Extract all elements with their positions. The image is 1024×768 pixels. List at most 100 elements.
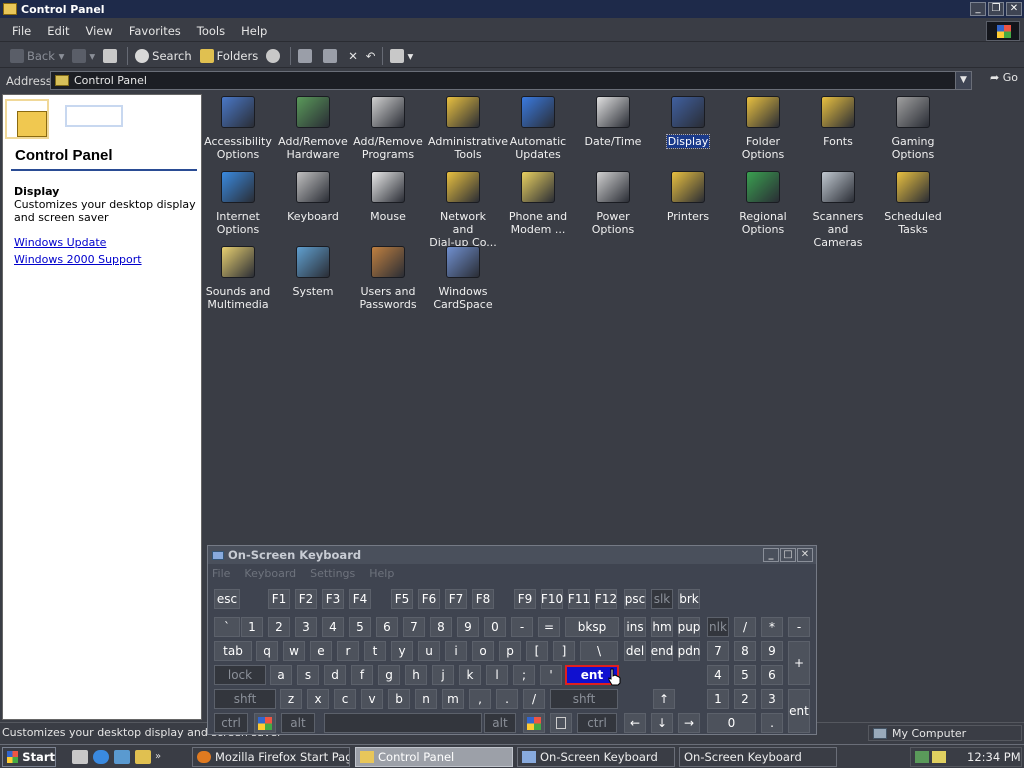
windows-update-link[interactable]: Windows Update (14, 236, 106, 249)
key-r2k15[interactable]: end (651, 641, 673, 661)
menu-help[interactable]: Help (233, 24, 275, 38)
move-to-button[interactable] (294, 46, 319, 66)
key-r2k13[interactable]: \ (580, 641, 618, 661)
osk-menu-help[interactable]: Help (369, 567, 394, 580)
minimize-button[interactable]: _ (970, 2, 986, 16)
key-r4k13[interactable]: 1 (707, 689, 729, 709)
key-r1k16[interactable]: pup (678, 617, 700, 637)
key-r1k0[interactable]: ` (214, 617, 240, 637)
cp-item-fonts[interactable]: Fonts (802, 96, 874, 148)
key-r0k3[interactable]: F3 (322, 589, 344, 609)
key-r4k4[interactable]: v (361, 689, 383, 709)
key-r1k8[interactable]: 8 (430, 617, 452, 637)
cp-item-mouse[interactable]: Mouse (352, 171, 424, 223)
windows-2000-support-link[interactable]: Windows 2000 Support (14, 253, 142, 266)
key-r2k2[interactable]: w (283, 641, 305, 661)
key-r3k15[interactable]: 6 (761, 665, 783, 685)
cp-item-users[interactable]: Users and Passwords (352, 246, 424, 311)
key-r1k9[interactable]: 9 (457, 617, 479, 637)
key-r0k12[interactable]: F12 (595, 589, 617, 609)
volume-tray-icon[interactable] (932, 751, 946, 763)
undo-button[interactable]: ↶ (362, 46, 380, 66)
key-r3k8[interactable]: k (459, 665, 481, 685)
key-r4k10[interactable]: / (523, 689, 545, 709)
key-r0k1[interactable]: F1 (268, 589, 290, 609)
key-r2k14[interactable]: del (624, 641, 646, 661)
key-r2k16[interactable]: pdn (678, 641, 700, 661)
key-r0k7[interactable]: F7 (445, 589, 467, 609)
key-r1k17[interactable]: nlk (707, 617, 729, 637)
key-r4k5[interactable]: b (388, 689, 410, 709)
menu-tools[interactable]: Tools (189, 24, 233, 38)
osk-menu-file[interactable]: File (212, 567, 230, 580)
cp-item-accessibility[interactable]: Accessibility Options (202, 96, 274, 161)
cp-item-admin-tools[interactable]: Administrative Tools (427, 96, 508, 161)
key-r5k12[interactable]: . (761, 713, 783, 733)
key-r0k15[interactable]: brk (678, 589, 700, 609)
key-r3k7[interactable]: j (432, 665, 454, 685)
internet-explorer-icon[interactable] (93, 749, 109, 764)
key-r2k17[interactable]: 7 (707, 641, 729, 661)
key-r2k18[interactable]: 8 (734, 641, 756, 661)
osk-menu-settings[interactable]: Settings (310, 567, 355, 580)
task-on-screen-keyboard-2[interactable]: On-Screen Keyboard (679, 747, 837, 767)
task-control-panel[interactable]: Control Panel (355, 747, 513, 767)
cp-item-power[interactable]: Power Options (577, 171, 649, 236)
cp-item-calendar[interactable]: Date/Time (577, 96, 649, 148)
cp-item-display[interactable]: Display (652, 96, 724, 149)
osk-maximize-button[interactable]: □ (780, 548, 796, 562)
menu-favorites[interactable]: Favorites (121, 24, 189, 38)
cp-item-joystick[interactable]: Gaming Options (877, 96, 949, 161)
cp-item-programs[interactable]: Add/Remove Programs (352, 96, 424, 161)
key-r0k6[interactable]: F6 (418, 589, 440, 609)
key-r3k13[interactable]: 4 (707, 665, 729, 685)
forward-button[interactable]: ▾ (68, 46, 99, 66)
key-r1k14[interactable]: ins (624, 617, 646, 637)
key-r4k9[interactable]: . (496, 689, 518, 709)
network-tray-icon[interactable] (915, 751, 929, 763)
key-r1k18[interactable]: / (734, 617, 756, 637)
cp-item-updates[interactable]: Automatic Updates (502, 96, 574, 161)
key-r0k9[interactable]: F9 (514, 589, 536, 609)
key-r4k15[interactable]: 3 (761, 689, 783, 709)
key-r2k9[interactable]: o (472, 641, 494, 661)
cp-item-scanner[interactable]: Scanners and Cameras (802, 171, 874, 249)
up-button[interactable] (99, 46, 124, 66)
key-r1k3[interactable]: 3 (295, 617, 317, 637)
key-r2k12[interactable]: ] (553, 641, 575, 661)
folders-button[interactable]: Folders (196, 46, 263, 66)
clock[interactable]: 12:34 PM (967, 750, 1021, 764)
key-r3k14[interactable]: 5 (734, 665, 756, 685)
key-r1k12[interactable]: = (538, 617, 560, 637)
key-r5k10[interactable]: → (678, 713, 700, 733)
key-r0k11[interactable]: F11 (568, 589, 590, 609)
key-r2k19[interactable]: 9 (761, 641, 783, 661)
key-r1k1[interactable]: 1 (241, 617, 263, 637)
key-r3k5[interactable]: g (378, 665, 400, 685)
cp-item-speaker[interactable]: Sounds and Multimedia (202, 246, 274, 311)
key-r3k11[interactable]: ' (540, 665, 562, 685)
outlook-icon[interactable] (114, 749, 130, 764)
key-r5k8[interactable]: ← (624, 713, 646, 733)
key-r5k4[interactable]: alt (484, 713, 516, 733)
key-r1k5[interactable]: 5 (349, 617, 371, 637)
address-dropdown-icon[interactable]: ▼ (955, 72, 971, 89)
key-r4k3[interactable]: c (334, 689, 356, 709)
key-r3k6[interactable]: h (405, 665, 427, 685)
key-r3k3[interactable]: d (324, 665, 346, 685)
key-r0k0[interactable]: esc (214, 589, 240, 609)
cp-item-internet[interactable]: Internet Options (202, 171, 274, 236)
key-r2k8[interactable]: i (445, 641, 467, 661)
key-blank[interactable] (324, 713, 482, 733)
key-r3k2[interactable]: s (297, 665, 319, 685)
key-r4k8[interactable]: , (469, 689, 491, 709)
key-r0k13[interactable]: psc (624, 589, 646, 609)
osk-menu-keyboard[interactable]: Keyboard (244, 567, 296, 580)
cp-item-scheduled-tasks[interactable]: Scheduled Tasks (877, 171, 949, 236)
key-r1k6[interactable]: 6 (376, 617, 398, 637)
show-desktop-icon[interactable] (72, 749, 88, 764)
key-r0k14[interactable]: slk (651, 589, 673, 609)
close-button[interactable]: ✕ (1006, 2, 1022, 16)
key-r4k7[interactable]: m (442, 689, 464, 709)
key-r1k19[interactable]: * (761, 617, 783, 637)
